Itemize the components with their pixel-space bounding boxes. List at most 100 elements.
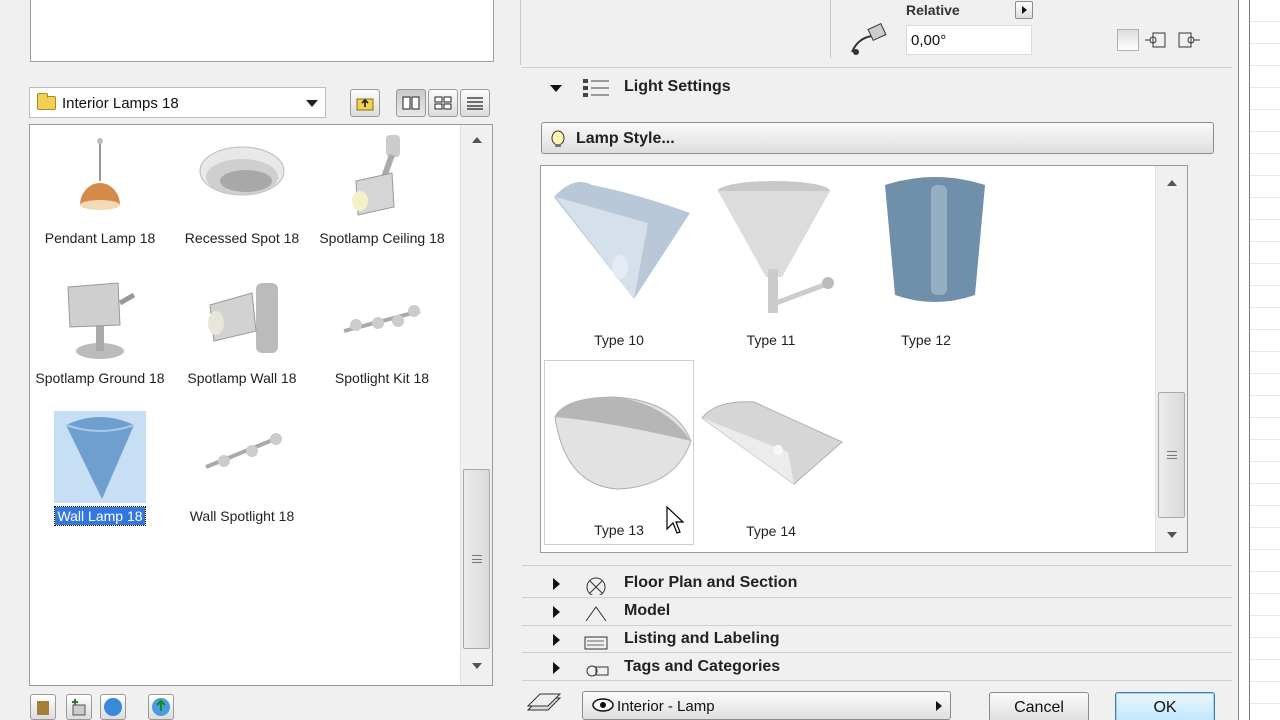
lamp-type-label: Type 11 (746, 332, 796, 348)
section-tags[interactable]: Tags and Categories (522, 654, 1232, 682)
wall-spotlight-icon (196, 411, 288, 503)
section-label: Listing and Labeling (624, 630, 780, 647)
load-library-button[interactable] (30, 694, 56, 720)
bulb-icon (551, 130, 565, 147)
add-object-button[interactable] (66, 694, 92, 720)
library-scrollbar[interactable] (460, 125, 492, 685)
funnel-lamp-icon (718, 181, 834, 313)
cylinder-lamp-icon (885, 177, 985, 302)
object-add-icon (72, 699, 86, 716)
library-icon (37, 701, 49, 715)
large-icons-button[interactable] (396, 89, 426, 117)
library-items-list[interactable]: Pendant Lamp 18 Recessed Spot 18 Spotlam… (29, 124, 493, 686)
folder-dropdown[interactable]: Interior Lamps 18 (29, 87, 326, 118)
scroll-thumb[interactable] (463, 469, 490, 649)
web-object-button[interactable] (148, 694, 174, 720)
chevron-right-icon (553, 634, 560, 646)
separator (522, 680, 1232, 681)
library-item-label: Pendant Lamp 18 (44, 230, 156, 246)
section-label: Floor Plan and Section (624, 574, 798, 591)
lamp-type-scrollbar[interactable] (1155, 166, 1187, 552)
scroll-down-icon[interactable] (1156, 526, 1187, 544)
anchor-checkbox[interactable] (1117, 29, 1139, 51)
chevron-right-icon (553, 578, 560, 590)
cone-wall-lamp-icon (554, 181, 690, 299)
section-model[interactable]: Model (522, 598, 1232, 626)
library-item-label: Spotlamp Ground 18 (35, 370, 165, 386)
globe-button[interactable] (100, 694, 126, 720)
library-item-label: Spotlamp Ceiling 18 (319, 230, 445, 246)
folder-name: Interior Lamps 18 (62, 95, 179, 112)
preview-box (30, 0, 494, 62)
section-label: Model (624, 602, 671, 619)
library-item-label: Spotlamp Wall 18 (187, 370, 297, 386)
pendant-lamp-icon (54, 133, 146, 225)
scroll-down-icon[interactable] (461, 657, 492, 675)
library-item[interactable]: Recessed Spot 18 (172, 133, 312, 247)
large-icons-icon (402, 96, 420, 110)
grip-icon (471, 555, 482, 563)
chevron-down-icon (306, 100, 318, 107)
anchor-right-icon[interactable] (1176, 30, 1202, 50)
lamp-type-label: Type 12 (901, 332, 951, 348)
lamp-type-label: Type 14 (746, 523, 796, 539)
globe-arrow-icon (152, 698, 170, 716)
anchor-left-icon[interactable] (1144, 30, 1170, 50)
lamp-style-button[interactable]: Lamp Style... (541, 122, 1214, 154)
section-light-settings[interactable]: Light Settings (522, 74, 1232, 102)
library-item-label: Wall Spotlight 18 (189, 508, 295, 524)
up-folder-icon (356, 98, 374, 111)
section-label: Light Settings (624, 78, 731, 95)
angle-field[interactable]: 0,00° (906, 25, 1032, 55)
library-item[interactable]: Wall Lamp 18 (30, 411, 170, 526)
lamp-type-item[interactable]: Type 10 (544, 169, 694, 354)
section-listing[interactable]: Listing and Labeling (522, 626, 1232, 654)
library-item[interactable]: Spotlamp Ceiling 18 (312, 133, 452, 247)
lamp-type-item[interactable]: Type 14 (696, 360, 846, 545)
library-item-label: Spotlight Kit 18 (334, 370, 430, 386)
lamp-type-item[interactable]: Type 11 (696, 169, 846, 354)
globe-icon (104, 698, 122, 716)
list-view-icon (467, 97, 483, 110)
wall-lamp-icon (54, 411, 146, 503)
cancel-button[interactable]: Cancel (989, 692, 1089, 720)
relative-label: Relative (906, 2, 960, 18)
grip-icon (1166, 451, 1177, 459)
floor-plan-icon (586, 577, 606, 595)
library-item[interactable]: Spotlamp Ground 18 (30, 273, 170, 387)
section-label: Tags and Categories (624, 658, 781, 675)
chevron-down-icon (550, 85, 562, 92)
tags-icon (586, 665, 609, 677)
scroll-up-icon[interactable] (461, 131, 492, 149)
spotlamp-ceiling-icon (336, 133, 428, 225)
scroll-up-icon[interactable] (1156, 174, 1187, 192)
relative-menu-button[interactable] (1015, 1, 1033, 19)
recessed-spot-icon (196, 133, 288, 225)
divider (520, 0, 521, 65)
eye-icon (592, 698, 614, 712)
library-item[interactable]: Spotlamp Wall 18 (172, 273, 312, 387)
model-view-label: Interior - Lamp (617, 698, 715, 715)
spotlamp-wall-icon (196, 273, 288, 365)
small-icons-button[interactable] (428, 89, 458, 117)
list-view-button[interactable] (460, 89, 490, 117)
library-item[interactable]: Spotlight Kit 18 (312, 273, 452, 387)
lamp-type-grid[interactable]: Type 10 Type 11 Type 12 Type 13 Type 14 (540, 165, 1188, 553)
model-icon (585, 606, 607, 622)
section-floor-plan[interactable]: Floor Plan and Section (522, 570, 1232, 598)
separator (522, 67, 1232, 68)
scroll-thumb[interactable] (1158, 392, 1185, 518)
chevron-right-icon (553, 662, 560, 674)
light-settings-icon (583, 79, 609, 97)
background-window (1238, 0, 1280, 720)
separator (522, 565, 1232, 566)
lamp-type-item[interactable]: Type 12 (851, 169, 1001, 354)
layer-icon[interactable] (522, 692, 564, 714)
separator (522, 652, 1232, 653)
library-item-label: Wall Lamp 18 (54, 506, 146, 526)
up-folder-button[interactable] (350, 89, 380, 117)
ok-button[interactable]: OK (1115, 692, 1215, 720)
library-item[interactable]: Wall Spotlight 18 (172, 411, 312, 525)
model-view-dropdown[interactable]: Interior - Lamp (582, 691, 951, 720)
library-item[interactable]: Pendant Lamp 18 (30, 133, 170, 247)
